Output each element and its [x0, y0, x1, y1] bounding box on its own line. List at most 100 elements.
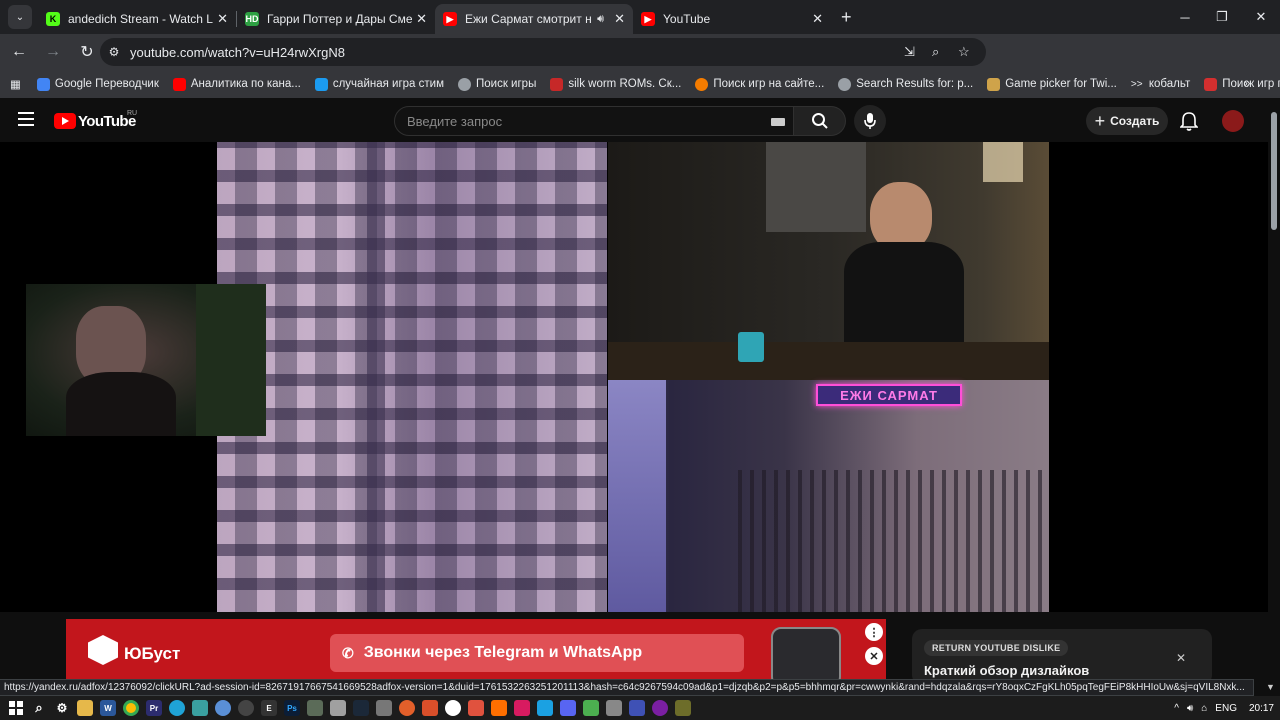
bookmark-star-icon[interactable]: ☆: [958, 44, 970, 60]
obs-icon[interactable]: [238, 700, 254, 716]
bookmark-label: Аналитика по кана...: [190, 78, 301, 90]
search-button[interactable]: [794, 106, 846, 136]
voice-search-button[interactable]: [854, 105, 886, 137]
scrollbar-thumb[interactable]: [1271, 112, 1277, 230]
ad-headline-box[interactable]: ✆ Звонки через Telegram и WhatsApp: [330, 634, 744, 672]
app-icon[interactable]: [514, 700, 530, 716]
bookmark-item[interactable]: случайная игра стим: [314, 77, 444, 91]
dislike-notification-card: RETURN YOUTUBE DISLIKE Краткий обзор диз…: [912, 629, 1212, 685]
tab-search-button[interactable]: ⌄: [8, 5, 32, 29]
app-icon[interactable]: [330, 700, 346, 716]
close-icon[interactable]: ✕: [614, 11, 625, 27]
youtube-icon: ▶: [443, 12, 457, 26]
tab-3[interactable]: ▶ YouTube ✕: [633, 4, 831, 34]
search-icon: [1204, 77, 1218, 91]
close-icon[interactable]: ✕: [812, 11, 823, 27]
app-icon[interactable]: [675, 700, 691, 716]
ad-banner[interactable]: ЮБуст ✆ Звонки через Telegram и WhatsApp…: [66, 619, 886, 681]
notifications-bell-icon[interactable]: [1180, 111, 1198, 131]
bookmark-item[interactable]: Поиск игр по филь...: [1204, 77, 1280, 91]
create-label: Создать: [1110, 114, 1160, 128]
address-bar[interactable]: ⚙ youtube.com/watch?v=uH24rwXrgN8 ⇲ ⌕ ☆: [100, 38, 986, 66]
url-text[interactable]: youtube.com/watch?v=uH24rwXrgN8: [130, 45, 345, 60]
app-icon[interactable]: [629, 700, 645, 716]
discord-icon[interactable]: [560, 700, 576, 716]
photoshop-icon[interactable]: Ps: [284, 700, 300, 716]
tab-2-active[interactable]: ▶ Ежи Сармат смотрит на Ст 🔊︎ ✕: [435, 4, 633, 34]
scroll-down-arrow-icon[interactable]: ▼: [1266, 682, 1275, 692]
bookmark-item[interactable]: Search Results for: p...: [838, 77, 973, 91]
ad-options-icon[interactable]: ⋮: [865, 623, 883, 641]
edge-icon[interactable]: [169, 700, 185, 716]
volume-icon[interactable]: 🔊︎: [1187, 703, 1193, 714]
new-tab-button[interactable]: +: [841, 7, 852, 28]
windows-start-icon[interactable]: [8, 700, 24, 716]
app-icon[interactable]: [307, 700, 323, 716]
bookmark-item[interactable]: silk worm ROMs. Ск...: [550, 77, 681, 91]
create-button[interactable]: + Создать: [1086, 107, 1168, 135]
site-icon: [695, 77, 709, 91]
app-icon[interactable]: [583, 700, 599, 716]
phone-icon: ✆: [342, 644, 354, 661]
tab-title: Гарри Поттер и Дары Смерти:: [267, 12, 413, 26]
tray-overflow-icon[interactable]: ^: [1174, 703, 1179, 714]
youtube-logo-icon[interactable]: [54, 113, 76, 129]
close-icon[interactable]: ✕: [217, 11, 228, 27]
back-button[interactable]: ←: [4, 37, 34, 67]
page-scrollbar[interactable]: [1268, 100, 1280, 680]
network-icon[interactable]: ⌂: [1201, 703, 1207, 714]
app-icon[interactable]: [399, 700, 415, 716]
epic-games-icon[interactable]: E: [261, 700, 277, 716]
video-frame-building: [217, 142, 607, 612]
bookmark-item[interactable]: Поиск игры: [458, 77, 536, 91]
account-avatar[interactable]: [1222, 110, 1244, 132]
clock[interactable]: 20:17: [1249, 703, 1274, 714]
forward-button[interactable]: →: [38, 37, 68, 67]
app-icon[interactable]: [537, 700, 553, 716]
word-icon[interactable]: W: [100, 700, 116, 716]
app-icon[interactable]: [652, 700, 668, 716]
bookmark-item[interactable]: Поиск игр на сайте...: [695, 77, 824, 91]
steam-icon[interactable]: [353, 700, 369, 716]
premiere-icon[interactable]: Pr: [146, 700, 162, 716]
video-frame-podcast: [608, 142, 1049, 380]
window-close-button[interactable]: ✕: [1238, 0, 1280, 34]
bookmarks-bar: ▦ Google Переводчик Аналитика по кана...…: [0, 70, 1280, 98]
search-input[interactable]: Введите запрос: [394, 106, 794, 136]
tab-1[interactable]: HD Гарри Поттер и Дары Смерти: ✕: [237, 4, 435, 34]
language-indicator[interactable]: ENG: [1215, 703, 1237, 714]
bookmark-item[interactable]: Game picker for Twi...: [987, 77, 1117, 91]
bookmarks-overflow-icon[interactable]: »: [1244, 78, 1250, 90]
close-icon[interactable]: ✕: [416, 11, 427, 27]
app-icon[interactable]: [376, 700, 392, 716]
app-icon[interactable]: [192, 700, 208, 716]
app-icon[interactable]: [468, 700, 484, 716]
ad-headline: Звонки через Telegram и WhatsApp: [363, 644, 643, 661]
zoom-icon[interactable]: ⌕: [932, 44, 939, 60]
ad-close-icon[interactable]: ✕: [865, 647, 883, 665]
search-placeholder: Введите запрос: [407, 114, 503, 129]
file-explorer-icon[interactable]: [77, 700, 93, 716]
install-icon[interactable]: ⇲: [904, 44, 915, 60]
bookmark-item[interactable]: >> кобальт: [1131, 78, 1190, 91]
close-icon[interactable]: ✕: [1176, 651, 1186, 665]
tab-0[interactable]: K andedich Stream - Watch Live o ✕: [38, 4, 236, 34]
globe-icon[interactable]: [215, 700, 231, 716]
app-icon[interactable]: [445, 700, 461, 716]
app-icon[interactable]: [491, 700, 507, 716]
search-icon[interactable]: ⌕: [31, 700, 47, 716]
settings-gear-icon[interactable]: ⚙: [54, 700, 70, 716]
bookmark-item[interactable]: Google Переводчик: [36, 77, 159, 91]
menu-icon[interactable]: [18, 112, 34, 126]
site-settings-icon[interactable]: ⚙: [100, 45, 128, 59]
speaker-icon[interactable]: 🔊︎: [597, 13, 604, 26]
chrome-icon[interactable]: [123, 700, 139, 716]
apps-grid-icon[interactable]: ▦: [10, 77, 21, 91]
keyboard-icon[interactable]: [771, 118, 785, 126]
app-icon[interactable]: [606, 700, 622, 716]
video-player[interactable]: ЕЖИ САРМАТ: [0, 142, 1268, 612]
search-icon: [811, 113, 828, 129]
bookmark-item[interactable]: Аналитика по кана...: [172, 77, 301, 91]
app-icon[interactable]: [422, 700, 438, 716]
reload-button[interactable]: ↻: [72, 37, 102, 67]
